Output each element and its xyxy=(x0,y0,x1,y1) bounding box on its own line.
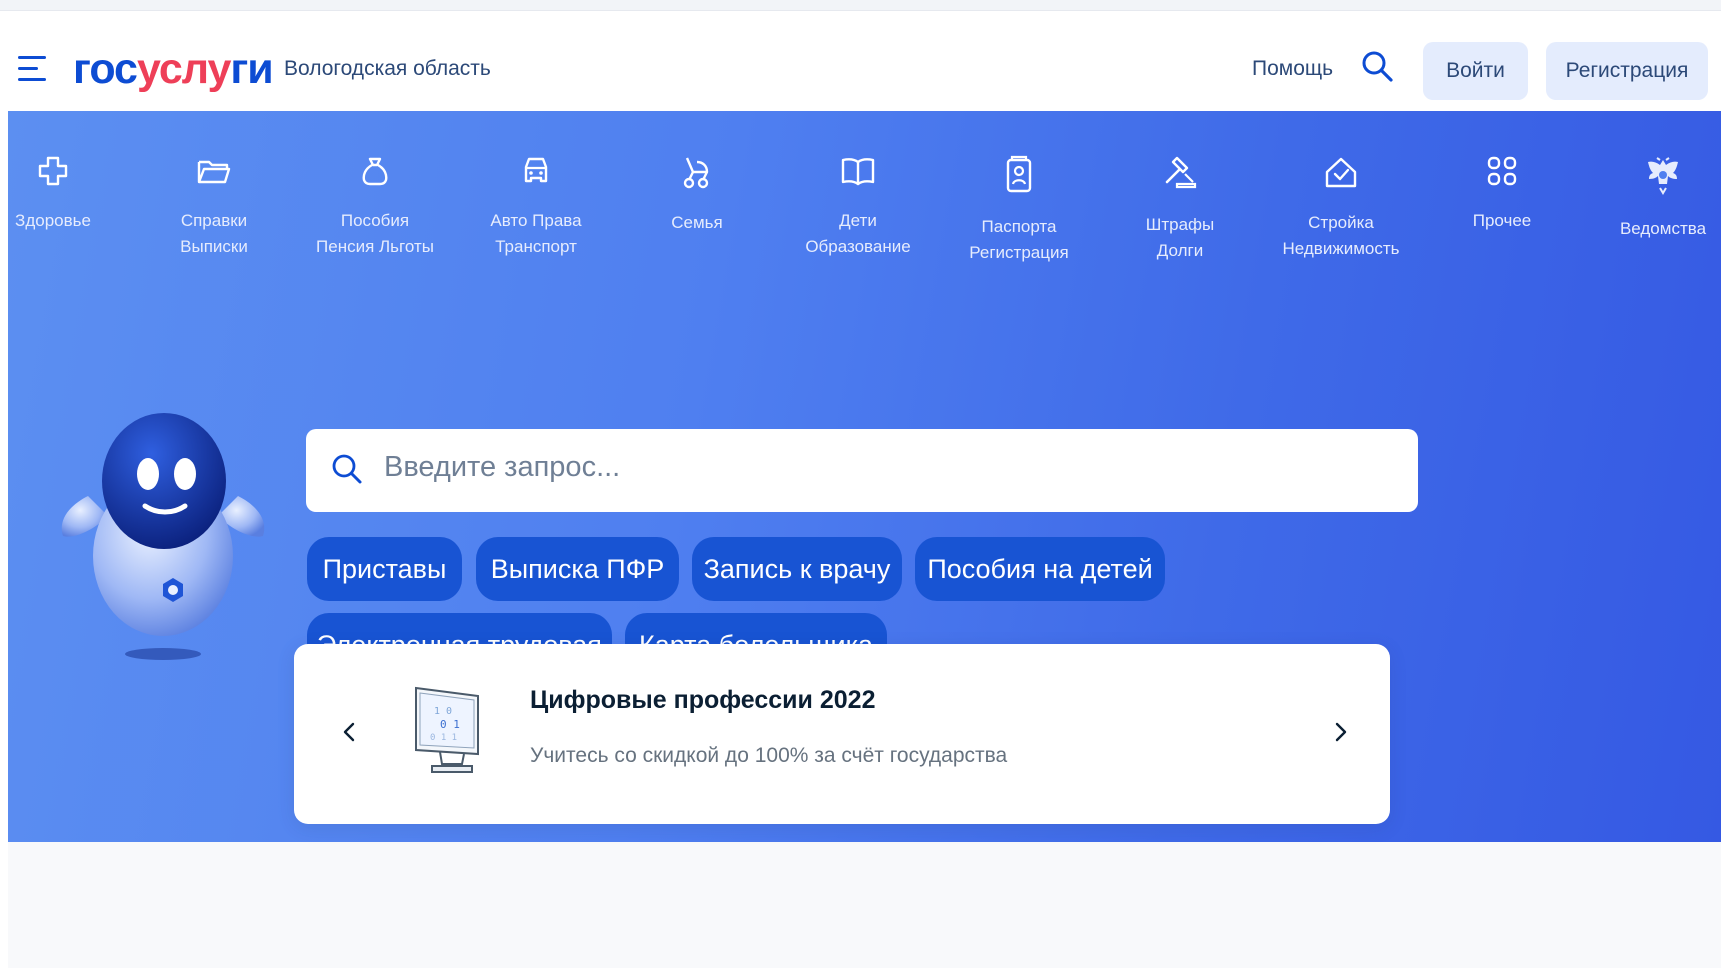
category-label: Здоровье xyxy=(15,211,91,230)
svg-text:1 0: 1 0 xyxy=(434,706,452,717)
category-fines[interactable]: Штрафы Долги xyxy=(1105,154,1255,264)
coat-of-arms-icon xyxy=(1648,157,1678,195)
chevron-left-icon[interactable] xyxy=(334,712,364,752)
header: госуслуги Вологодская область Помощь Вой… xyxy=(0,11,1721,110)
register-button[interactable]: Регистрация xyxy=(1546,42,1708,100)
category-benefits[interactable]: Пособия Пенсия Льготы xyxy=(300,154,450,260)
plus-cross-icon xyxy=(38,156,68,186)
top-strip xyxy=(0,0,1721,11)
hamburger-icon[interactable] xyxy=(18,56,46,82)
grid-icon xyxy=(1487,156,1517,186)
quick-link-child-benefits[interactable]: Пособия на детей xyxy=(915,537,1165,601)
passport-icon xyxy=(1006,155,1032,193)
category-certificates[interactable]: Справки Выписки xyxy=(139,154,289,260)
quick-link-bailiffs[interactable]: Приставы xyxy=(307,537,462,601)
quick-link-pfr-statement[interactable]: Выписка ПФР xyxy=(476,537,679,601)
category-label: Ведомства xyxy=(1619,219,1707,238)
category-construction[interactable]: Стройка Недвижимость xyxy=(1266,154,1416,262)
category-label: Дети Образование xyxy=(805,211,911,256)
category-family[interactable]: Семья xyxy=(622,154,772,236)
quick-link-doctor-appointment[interactable]: Запись к врачу xyxy=(692,537,902,601)
category-agencies[interactable]: Ведомства xyxy=(1588,154,1721,242)
help-link[interactable]: Помощь xyxy=(1252,57,1333,81)
category-other[interactable]: Прочее xyxy=(1427,154,1577,234)
gosuslugi-logo[interactable]: госуслуги xyxy=(73,39,274,99)
stroller-icon xyxy=(683,157,709,189)
house-check-icon xyxy=(1325,157,1357,188)
money-bag-icon xyxy=(362,157,388,186)
search-icon[interactable] xyxy=(1360,49,1394,83)
category-label: Штрафы Долги xyxy=(1145,215,1215,260)
promo-card[interactable]: 1 0 0 1 0 1 1 Цифровые профессии 2022 Уч… xyxy=(294,644,1390,824)
search-icon xyxy=(332,454,362,484)
category-label: Авто Права Транспорт xyxy=(490,211,582,256)
category-children[interactable]: Дети Образование xyxy=(783,154,933,260)
svg-text:0 1: 0 1 xyxy=(440,718,460,731)
robot-mascot xyxy=(61,413,265,660)
region-selector[interactable]: Вологодская область xyxy=(284,57,491,81)
category-label: Стройка Недвижимость xyxy=(1282,213,1400,258)
category-label: Пособия Пенсия Льготы xyxy=(316,211,434,256)
book-icon xyxy=(841,158,875,186)
gavel-icon xyxy=(1165,156,1197,189)
category-label: Справки Выписки xyxy=(180,211,248,256)
category-label: Прочее xyxy=(1472,211,1532,230)
car-icon xyxy=(524,157,548,183)
computer-illustration: 1 0 0 1 0 1 1 xyxy=(415,686,479,773)
chevron-right-icon[interactable] xyxy=(1326,712,1356,752)
search-bar[interactable]: Введите запрос... xyxy=(306,429,1418,512)
promo-subtitle: Учитесь со скидкой до 100% за счёт госуд… xyxy=(530,744,1008,767)
svg-text:0 1 1: 0 1 1 xyxy=(430,733,457,743)
category-label: Семья xyxy=(671,213,723,232)
promo-title: Цифровые профессии 2022 xyxy=(530,686,876,714)
page-bottom-area xyxy=(8,842,1721,968)
category-health[interactable]: Здоровье xyxy=(0,154,128,234)
category-passports[interactable]: Паспорта Регистрация xyxy=(944,154,1094,266)
login-button[interactable]: Войти xyxy=(1423,42,1528,100)
category-auto[interactable]: Авто Права Транспорт xyxy=(461,154,611,260)
folder-icon xyxy=(197,160,231,184)
category-label: Паспорта Регистрация xyxy=(969,217,1069,262)
search-placeholder: Введите запрос... xyxy=(384,451,621,483)
